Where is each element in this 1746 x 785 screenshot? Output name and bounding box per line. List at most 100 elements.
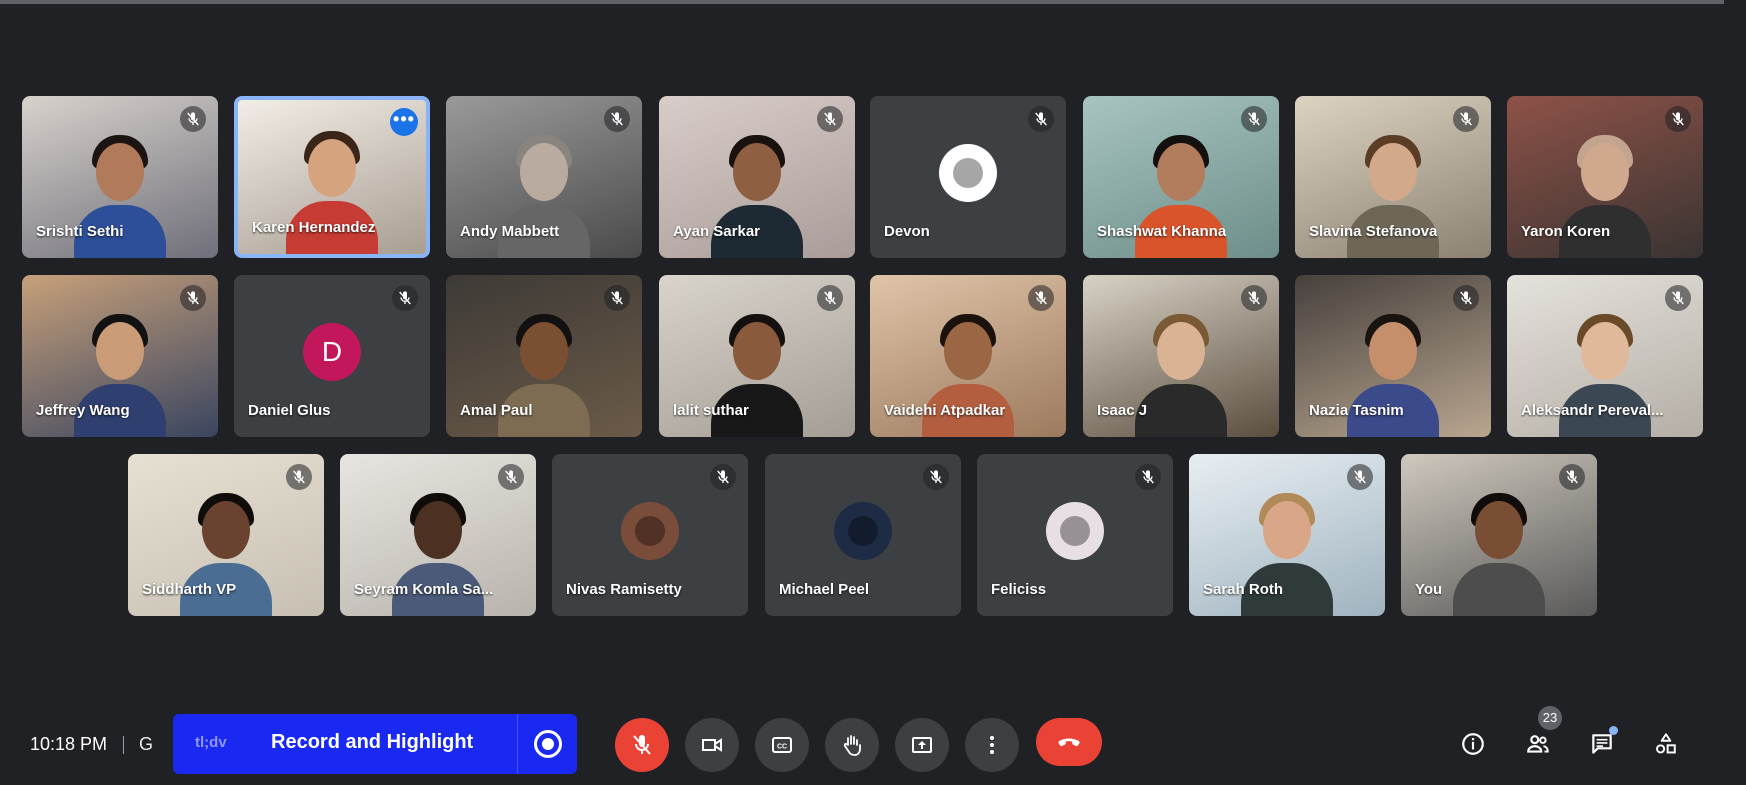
muted-mic-icon [498, 464, 524, 490]
participant-tile[interactable]: Jeffrey Wang [22, 275, 218, 437]
participant-avatar: D [303, 323, 361, 381]
muted-mic-icon [1241, 285, 1267, 311]
participant-avatar [834, 502, 892, 560]
participant-tile[interactable]: Vaidehi Atpadkar [870, 275, 1066, 437]
photo-avatar [848, 516, 878, 546]
meeting-code: G [139, 734, 154, 754]
camera-toggle-button[interactable] [685, 718, 739, 772]
muted-mic-icon [604, 106, 630, 132]
participant-video [1135, 312, 1227, 437]
participant-name: Michael Peel [779, 581, 870, 598]
muted-mic-icon [1453, 106, 1479, 132]
participant-name: Nazia Tasnim [1309, 402, 1404, 419]
more-options-button[interactable] [965, 718, 1019, 772]
participant-tile[interactable]: lalit suthar [659, 275, 855, 437]
present-icon [912, 737, 932, 753]
end-call-icon [1058, 738, 1080, 747]
participant-name: Ayan Sarkar [673, 223, 760, 240]
participant-name: Amal Paul [460, 402, 533, 419]
participant-name: Shashwat Khanna [1097, 223, 1227, 240]
muted-mic-icon [1028, 106, 1054, 132]
participant-tile[interactable]: Nazia Tasnim [1295, 275, 1491, 437]
participant-tile[interactable]: Isaac J [1083, 275, 1279, 437]
muted-mic-icon [1241, 106, 1267, 132]
meeting-info-button[interactable] [1455, 726, 1491, 762]
time-separator [123, 736, 124, 754]
people-button[interactable] [1520, 726, 1556, 762]
participant-tile[interactable]: Siddharth VP [128, 454, 324, 616]
chess-piece-avatar [953, 158, 983, 188]
tldv-record-panel[interactable]: tl;dv Record and Highlight [173, 714, 577, 774]
tldv-logo: tl;dv [195, 734, 227, 751]
participant-tile[interactable]: Shashwat Khanna [1083, 96, 1279, 258]
tile-options-button[interactable]: ••• [390, 108, 418, 136]
present-button[interactable] [895, 718, 949, 772]
muted-mic-icon [923, 464, 949, 490]
participant-name: Sarah Roth [1203, 581, 1284, 598]
people-icon [1527, 735, 1549, 753]
participant-tile[interactable]: Yaron Koren [1507, 96, 1703, 258]
participant-name: Daniel Glus [248, 402, 331, 419]
participant-tile[interactable]: Slavina Stefanova [1295, 96, 1491, 258]
tldv-divider [517, 714, 518, 774]
activities-button[interactable] [1648, 726, 1684, 762]
muted-mic-icon [392, 285, 418, 311]
activities-icon [1656, 733, 1676, 754]
more-vert-icon [990, 736, 994, 754]
participant-tile[interactable]: D Daniel Glus [234, 275, 430, 437]
muted-mic-icon [1028, 285, 1054, 311]
participant-avatar [1046, 502, 1104, 560]
camera-icon [702, 738, 722, 752]
muted-mic-icon [1665, 106, 1691, 132]
participant-name: Srishti Sethi [36, 223, 124, 240]
muted-mic-icon [1135, 464, 1161, 490]
mic-toggle-button[interactable] [615, 718, 669, 772]
participant-tile[interactable]: ••• Karen Hernandez [234, 96, 430, 258]
muted-mic-icon [1347, 464, 1373, 490]
participant-tile[interactable]: Srishti Sethi [22, 96, 218, 258]
participant-name: Slavina Stefanova [1309, 223, 1438, 240]
anime-avatar [1060, 516, 1090, 546]
participant-name: Nivas Ramisetty [566, 581, 682, 598]
participant-name: Isaac J [1097, 402, 1148, 419]
participant-name: Siddharth VP [142, 581, 237, 598]
muted-mic-icon [817, 106, 843, 132]
leave-call-button[interactable] [1036, 718, 1102, 766]
chat-notification-dot [1609, 726, 1618, 735]
participant-tile[interactable]: Amal Paul [446, 275, 642, 437]
participant-name: Yaron Koren [1521, 223, 1611, 240]
raise-hand-button[interactable] [825, 718, 879, 772]
participant-name: Andy Mabbett [460, 223, 560, 240]
participant-tile[interactable]: Andy Mabbett [446, 96, 642, 258]
participant-name: lalit suthar [673, 402, 749, 419]
participant-avatar [621, 502, 679, 560]
muted-mic-icon [1665, 285, 1691, 311]
participant-tile[interactable]: Nivas Ramisetty [552, 454, 748, 616]
participant-tile[interactable]: Sarah Roth [1189, 454, 1385, 616]
participant-tile[interactable]: Ayan Sarkar [659, 96, 855, 258]
mic-off-icon [633, 735, 651, 755]
participant-tile[interactable]: Seyram Komla Sa... [340, 454, 536, 616]
chat-icon [1592, 734, 1612, 754]
captions-icon: CC [772, 737, 792, 753]
participant-tile[interactable]: You [1401, 454, 1597, 616]
participant-avatar [939, 144, 997, 202]
participant-name: Devon [884, 223, 930, 240]
participant-tile[interactable]: Feliciss [977, 454, 1173, 616]
record-and-highlight-button[interactable]: Record and Highlight [271, 731, 473, 754]
participant-tile[interactable]: Devon [870, 96, 1066, 258]
muted-mic-icon [710, 464, 736, 490]
muted-mic-icon [1453, 285, 1479, 311]
muted-mic-icon [1559, 464, 1585, 490]
participant-name: You [1415, 581, 1443, 598]
participant-name: Vaidehi Atpadkar [884, 402, 1006, 419]
info-icon [1462, 733, 1484, 755]
participant-video [1453, 491, 1545, 616]
participant-name: Jeffrey Wang [36, 402, 130, 419]
photo-avatar [635, 516, 665, 546]
participant-name: Karen Hernandez [252, 219, 376, 236]
participant-tile[interactable]: Michael Peel [765, 454, 961, 616]
record-icon[interactable] [534, 730, 562, 758]
participant-tile[interactable]: Aleksandr Pereval... [1507, 275, 1703, 437]
captions-button[interactable]: CC [755, 718, 809, 772]
